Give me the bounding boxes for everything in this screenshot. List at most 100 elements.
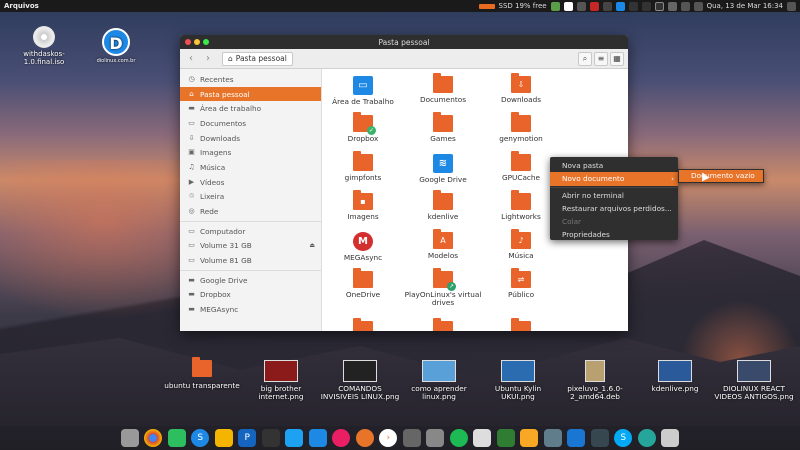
clock[interactable]: Qua, 13 de Mar 16:34 bbox=[707, 2, 783, 10]
tray-app-icon[interactable] bbox=[602, 1, 612, 11]
file-item-games[interactable]: Games bbox=[404, 112, 482, 143]
microphone-icon[interactable] bbox=[355, 429, 374, 447]
mega-tray-icon[interactable] bbox=[589, 1, 599, 11]
desktop-file[interactable]: big brother internet.png bbox=[241, 360, 321, 401]
search-button[interactable]: ⌕ bbox=[578, 51, 592, 66]
sidebar-item-volume-81[interactable]: ▭ Volume 81 GB bbox=[180, 253, 321, 268]
telegram-icon[interactable] bbox=[308, 429, 327, 447]
key-icon[interactable] bbox=[426, 429, 445, 447]
desktop-file[interactable]: ubuntu transparente bbox=[162, 357, 242, 390]
app-menu[interactable]: Arquivos bbox=[4, 2, 39, 10]
spotify-icon[interactable] bbox=[449, 429, 468, 447]
desktop-file[interactable]: kdenlive.png bbox=[635, 360, 715, 393]
sidebar-item-rede[interactable]: ◎ Rede bbox=[180, 204, 321, 219]
wifi-icon[interactable] bbox=[667, 1, 677, 11]
file-item-downloads[interactable]: ⇩ Downloads bbox=[482, 73, 560, 104]
ssd-status[interactable]: SSD 19% free bbox=[499, 2, 547, 10]
file-item-dropbox[interactable]: ✓ Dropbox bbox=[324, 112, 402, 143]
archive-icon[interactable] bbox=[543, 429, 562, 447]
sidebar-item-google-drive[interactable]: ▬ Google Drive bbox=[180, 273, 321, 288]
file-item-modelos[interactable]: A Modelos bbox=[404, 229, 482, 260]
trash-icon[interactable] bbox=[661, 429, 680, 447]
desktop-file[interactable]: como aprender linux.png bbox=[399, 360, 479, 401]
tray-sync-icon[interactable] bbox=[576, 1, 586, 11]
menu-item-abrir-terminal[interactable]: Abrir no terminal bbox=[550, 189, 678, 202]
monitor-icon[interactable] bbox=[567, 429, 586, 447]
menu-item-restaurar[interactable]: Restaurar arquivos perdidos... bbox=[550, 202, 678, 215]
sidebar-item-computador[interactable]: ▭ Computador bbox=[180, 224, 321, 239]
file-item-publico[interactable]: ⇌ Público bbox=[482, 268, 560, 299]
green-app-icon[interactable] bbox=[496, 429, 515, 447]
paypal-icon[interactable]: P bbox=[238, 429, 257, 447]
file-item-partial[interactable] bbox=[482, 318, 560, 331]
settings-icon[interactable] bbox=[402, 429, 421, 447]
evernote-icon[interactable] bbox=[167, 429, 186, 447]
terminal-icon[interactable] bbox=[590, 429, 609, 447]
sidebar-item-videos[interactable]: ▶ Vídeos bbox=[180, 175, 321, 190]
eject-icon[interactable]: ⏏ bbox=[309, 242, 315, 249]
file-item-area-de-trabalho[interactable]: ▭ Área de Trabalho bbox=[324, 76, 402, 106]
desktop-iso-file[interactable]: withdaskos-1.0.final.iso bbox=[14, 26, 74, 66]
sidebar-item-megasync[interactable]: ▬ MEGAsync bbox=[180, 302, 321, 317]
desktop-file[interactable]: pixeluvo_1.6.0-2_amd64.deb bbox=[555, 360, 635, 401]
twitter-icon[interactable] bbox=[285, 429, 304, 447]
sidebar-item-imagens[interactable]: ▣ Imagens bbox=[180, 145, 321, 160]
sidebar-item-area-de-trabalho[interactable]: ▬ Área de trabalho bbox=[180, 101, 321, 116]
dropbox-tray-icon[interactable] bbox=[615, 1, 625, 11]
back-button[interactable]: ‹ bbox=[184, 52, 198, 66]
tray-green-icon[interactable] bbox=[550, 1, 560, 11]
power-icon[interactable] bbox=[787, 1, 796, 11]
menu-item-nova-pasta[interactable]: Nova pasta bbox=[550, 159, 678, 172]
file-item-megasync[interactable]: M MEGAsync bbox=[324, 232, 402, 262]
sidebar-item-musica[interactable]: ♫ Música bbox=[180, 160, 321, 175]
screenshot-icon[interactable] bbox=[473, 429, 492, 447]
volume-icon[interactable] bbox=[693, 1, 703, 11]
sidebar-item-pasta-pessoal[interactable]: ⌂ Pasta pessoal bbox=[180, 86, 321, 102]
file-item-partial[interactable] bbox=[404, 318, 482, 331]
file-item-gimpfonts[interactable]: gimpfonts bbox=[324, 151, 402, 182]
menu-item-novo-documento[interactable]: Novo documento › bbox=[550, 172, 678, 186]
file-item-gpucache[interactable]: GPUCache bbox=[482, 151, 560, 182]
file-item-documentos[interactable]: Documentos bbox=[404, 73, 482, 104]
maximize-button[interactable] bbox=[203, 39, 209, 45]
desktop-file[interactable]: Ubuntu Kylin UKUI.png bbox=[478, 360, 558, 401]
sidebar-item-lixeira[interactable]: ♲ Lixeira bbox=[180, 190, 321, 205]
menu-item-propriedades[interactable]: Propriedades bbox=[550, 228, 678, 241]
tray-google-icon[interactable] bbox=[563, 1, 573, 11]
list-view-button[interactable]: ≡ bbox=[594, 51, 608, 66]
file-item-google-drive[interactable]: ≋ Google Drive bbox=[404, 154, 482, 184]
sidebar-item-dropbox[interactable]: ▬ Dropbox bbox=[180, 288, 321, 303]
skype-like-icon[interactable]: S bbox=[191, 429, 210, 447]
battery-icon[interactable] bbox=[680, 1, 690, 11]
file-item-genymotion[interactable]: genymotion bbox=[482, 112, 560, 143]
sidebar-item-documentos[interactable]: ▭ Documentos bbox=[180, 116, 321, 131]
cat-icon[interactable] bbox=[261, 429, 280, 447]
file-item-musica[interactable]: ♪ Música bbox=[482, 229, 560, 260]
grid-view-button[interactable]: ▦ bbox=[610, 51, 624, 66]
window-titlebar[interactable]: Pasta pessoal bbox=[180, 35, 628, 49]
keyboard-icon[interactable] bbox=[654, 1, 664, 11]
forward-button[interactable]: › bbox=[201, 52, 215, 66]
sidebar-item-recentes[interactable]: ◷ Recentes bbox=[180, 72, 321, 87]
sidebar-item-volume-31[interactable]: ▭ Volume 31 GB ⏏ bbox=[180, 239, 321, 254]
desktop-file[interactable]: DIOLINUX REACT VIDEOS ANTIGOS.png bbox=[714, 360, 794, 401]
tray-misc-icon-2[interactable] bbox=[641, 1, 651, 11]
menu-item-documento-vazio[interactable]: Documento vazio bbox=[679, 170, 763, 182]
flickr-icon[interactable] bbox=[332, 429, 351, 447]
skype-icon[interactable]: S bbox=[614, 429, 633, 447]
file-item-playonlinux[interactable]: ↗ PlayOnLinux's virtual drives bbox=[404, 268, 482, 307]
close-button[interactable] bbox=[185, 39, 191, 45]
file-item-onedrive[interactable]: OneDrive bbox=[324, 268, 402, 299]
keep-icon[interactable] bbox=[214, 429, 233, 447]
files-icon[interactable] bbox=[120, 429, 139, 447]
chrome-icon[interactable] bbox=[144, 429, 163, 447]
tray-misc-icon[interactable] bbox=[628, 1, 638, 11]
arrow-app-icon[interactable]: › bbox=[379, 429, 398, 447]
sound-icon[interactable] bbox=[637, 429, 656, 447]
notes-icon[interactable] bbox=[520, 429, 539, 447]
file-item-lightworks[interactable]: Lightworks bbox=[482, 190, 560, 221]
minimize-button[interactable] bbox=[194, 39, 200, 45]
desktop-file[interactable]: COMANDOS INVISIVEIS LINUX.png bbox=[320, 360, 400, 401]
file-item-partial[interactable] bbox=[324, 318, 402, 331]
sidebar-item-downloads[interactable]: ⇩ Downloads bbox=[180, 131, 321, 146]
